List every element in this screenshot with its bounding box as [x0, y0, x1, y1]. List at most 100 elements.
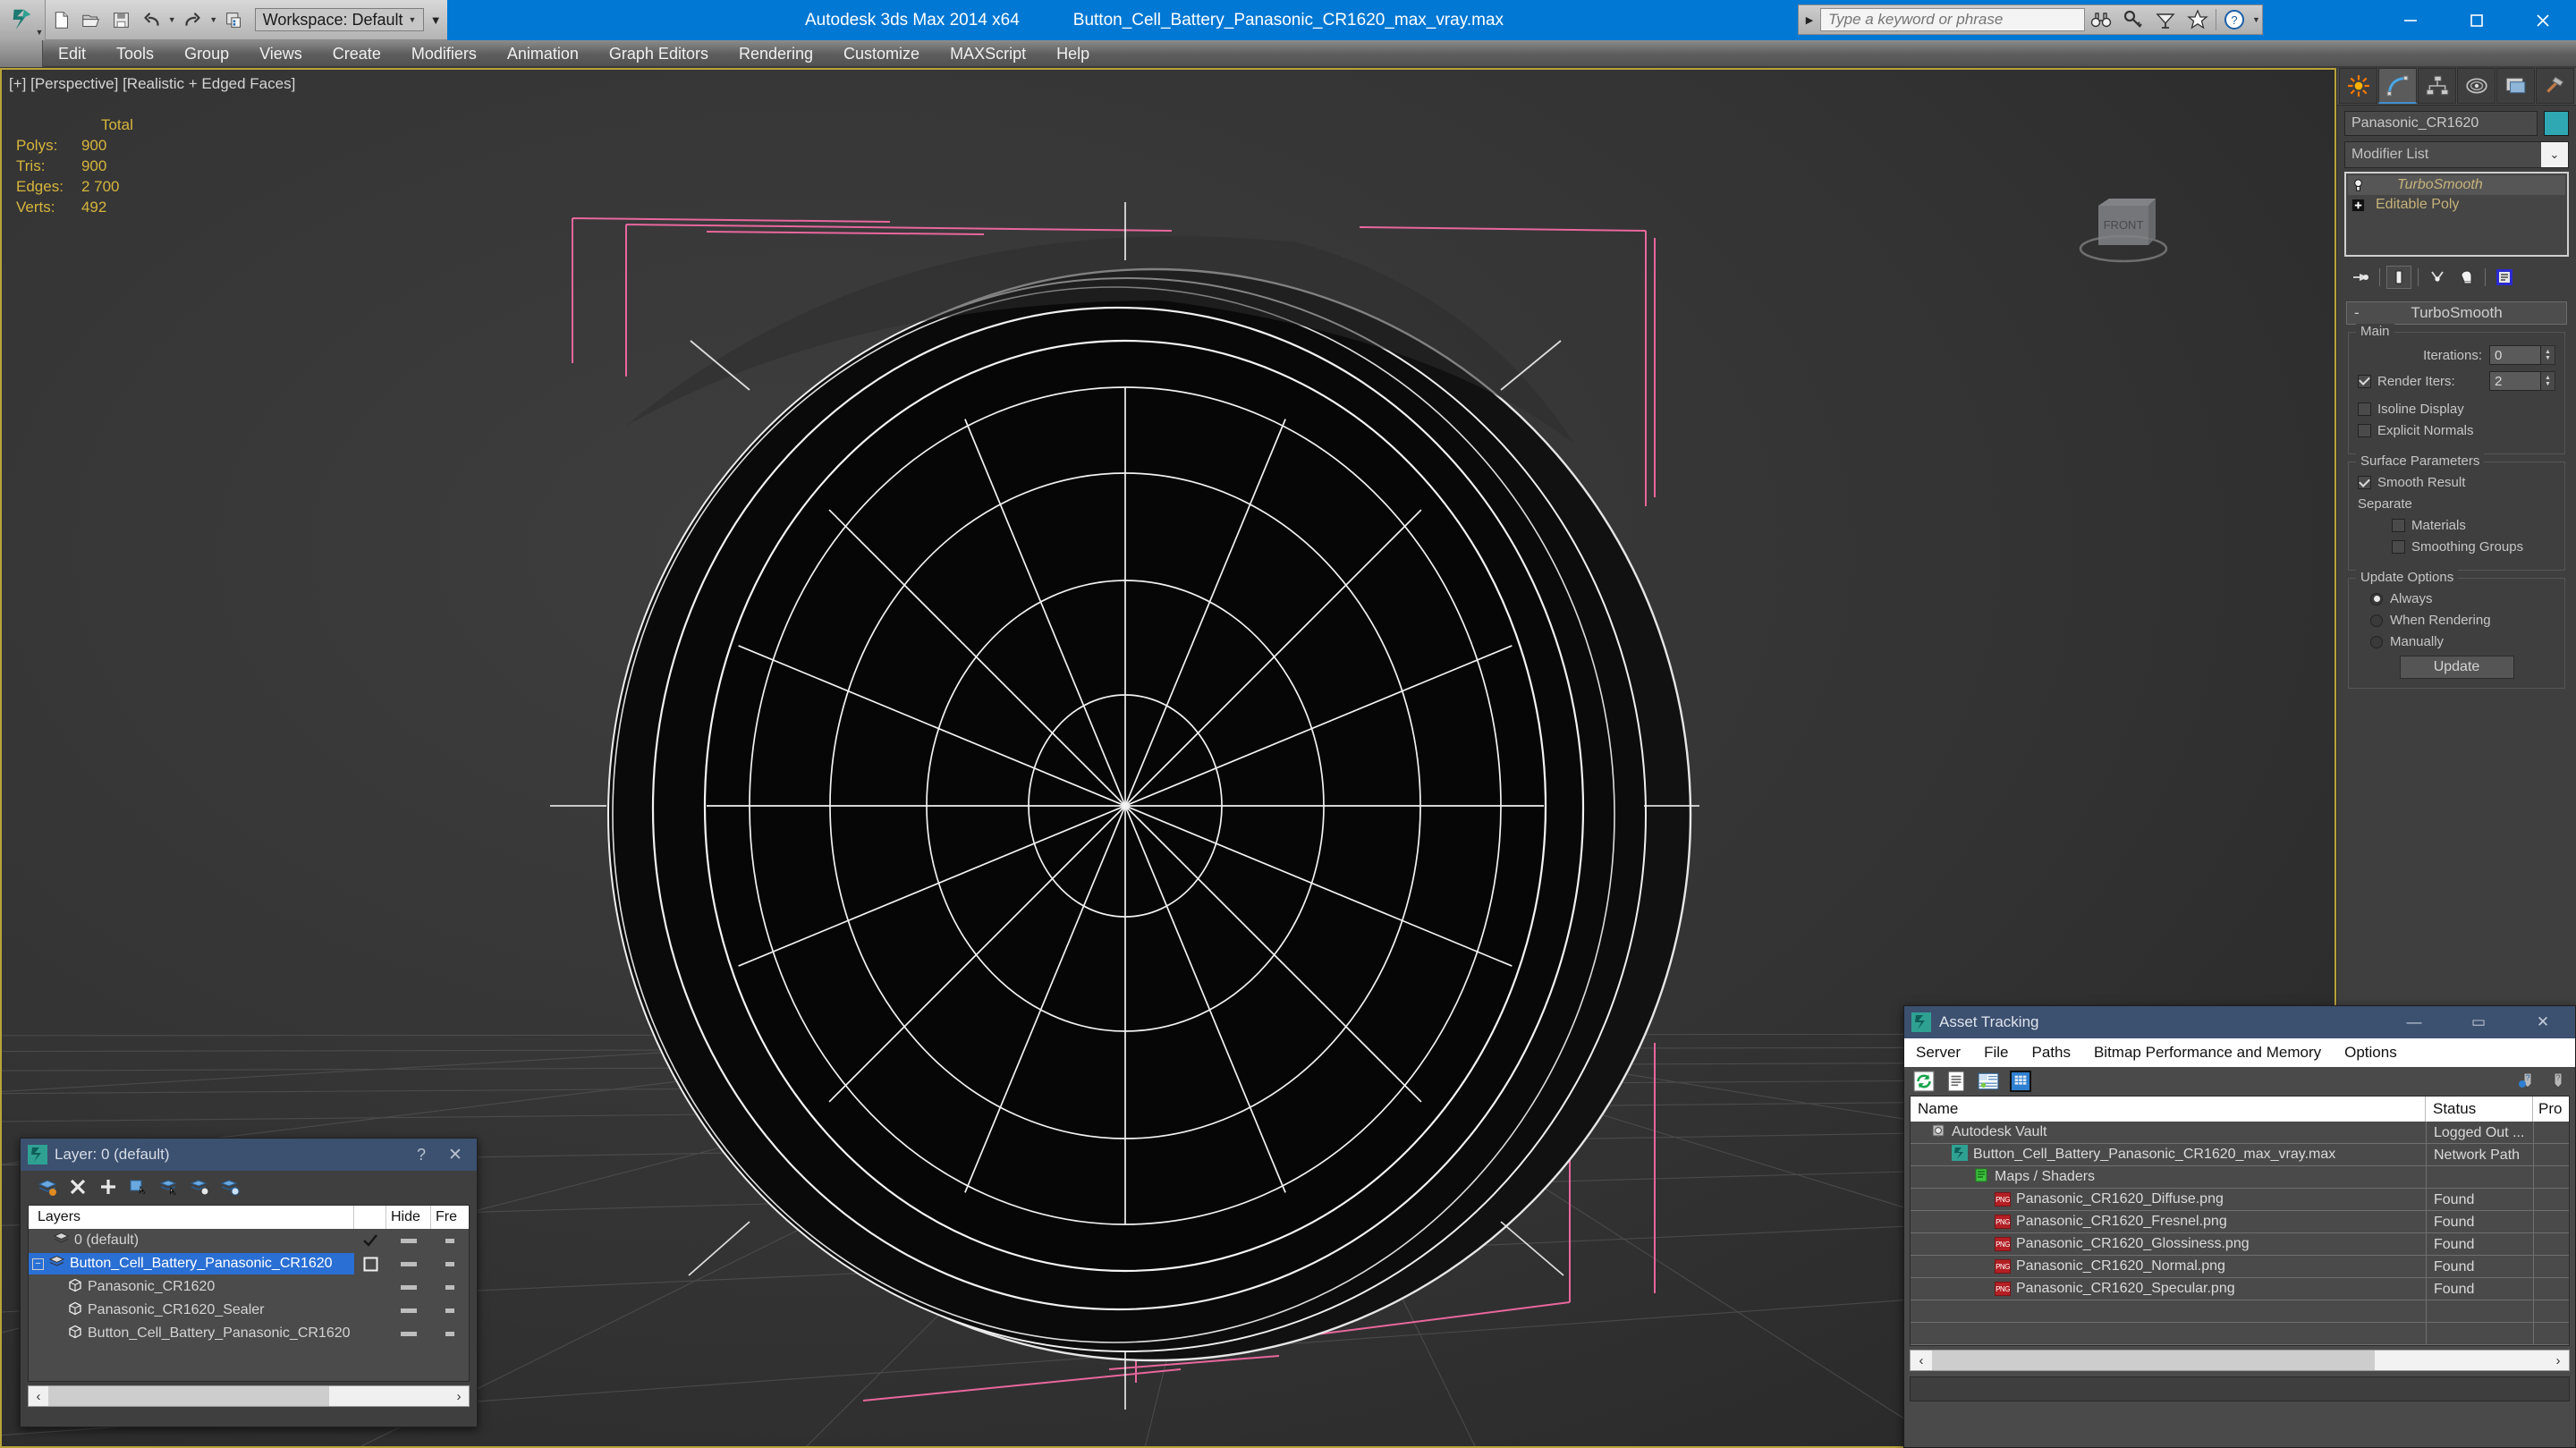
- hide-toggle[interactable]: [386, 1308, 431, 1313]
- configure-sets-icon[interactable]: [2492, 266, 2517, 289]
- layer-row[interactable]: − Button_Cell_Battery_Panasonic_CR1620: [29, 1252, 469, 1275]
- infocenter-search[interactable]: ▶ ? ▼: [1798, 4, 2263, 35]
- asset-tracking-dialog[interactable]: Asset Tracking — ▭ ✕ Server File Paths B…: [1903, 1005, 2576, 1448]
- materials-checkbox[interactable]: [2392, 519, 2405, 532]
- lightbulb-icon[interactable]: [2351, 179, 2365, 192]
- render-iters-checkbox[interactable]: [2358, 375, 2371, 388]
- menu-item-customize[interactable]: Customize: [828, 40, 935, 67]
- help-new-icon[interactable]: ?: [2518, 1070, 2538, 1094]
- iterations-spinner[interactable]: 0 ▲▼: [2489, 345, 2555, 365]
- layer-row-name-cell[interactable]: − Button_Cell_Battery_Panasonic_CR1620: [29, 1253, 354, 1274]
- viewcube[interactable]: FRONT: [2070, 186, 2177, 284]
- expand-plus-icon[interactable]: [2351, 199, 2365, 212]
- at-menu-bitmap-performance[interactable]: Bitmap Performance and Memory: [2082, 1044, 2333, 1062]
- asset-name-cell[interactable]: PNG Panasonic_CR1620_Diffuse.png: [1911, 1189, 2426, 1211]
- at-menu-paths[interactable]: Paths: [2020, 1044, 2081, 1062]
- workspace-combo[interactable]: Workspace: Default ▼: [255, 8, 425, 31]
- maximize-icon[interactable]: [2444, 0, 2510, 40]
- smooth-result-checkbox[interactable]: [2358, 476, 2371, 489]
- iterations-value[interactable]: 0: [2489, 345, 2541, 365]
- scroll-left-icon[interactable]: ‹: [1911, 1353, 1932, 1368]
- minimize-icon[interactable]: —: [2382, 1013, 2446, 1031]
- table-row[interactable]: Button_Cell_Battery_Panasonic_CR1620_max…: [1911, 1144, 2569, 1166]
- radio-always[interactable]: Always: [2358, 591, 2555, 606]
- redo-dropdown-icon[interactable]: ▼: [208, 4, 219, 35]
- help-icon[interactable]: ?: [2548, 1070, 2568, 1094]
- asset-name-cell[interactable]: Button_Cell_Battery_Panasonic_CR1620_max…: [1911, 1144, 2426, 1166]
- modify-tab-icon[interactable]: [2378, 68, 2417, 104]
- make-unique-icon[interactable]: [2425, 266, 2450, 289]
- at-menu-server[interactable]: Server: [1904, 1044, 1972, 1062]
- isoline-display-checkbox[interactable]: [2358, 402, 2371, 416]
- asset-name-cell[interactable]: PNG Panasonic_CR1620_Glossiness.png: [1911, 1233, 2426, 1256]
- manually-radio[interactable]: [2370, 636, 2383, 648]
- display-tab-icon[interactable]: [2496, 68, 2535, 104]
- highlight-selected-objects-icon[interactable]: [187, 1175, 211, 1199]
- asset-table-horizontal-scrollbar[interactable]: ‹ ›: [1910, 1350, 2570, 1371]
- at-menu-file[interactable]: File: [1972, 1044, 2020, 1062]
- freeze-toggle[interactable]: [431, 1239, 469, 1243]
- rollout-collapse-icon[interactable]: -: [2354, 304, 2360, 322]
- layer-row[interactable]: Panasonic_CR1620: [29, 1275, 469, 1299]
- remove-modifier-icon[interactable]: [2453, 266, 2479, 289]
- table-view-icon[interactable]: [2010, 1071, 2031, 1092]
- spinner-arrows-icon[interactable]: ▲▼: [2541, 371, 2555, 391]
- project-folder-icon[interactable]: [219, 4, 250, 35]
- minimize-icon[interactable]: [2377, 0, 2444, 40]
- app-logo-button[interactable]: ▼: [0, 0, 46, 40]
- scroll-right-icon[interactable]: ›: [2547, 1353, 2569, 1368]
- close-icon[interactable]: ✕: [437, 1145, 473, 1165]
- explicit-normals-checkbox[interactable]: [2358, 424, 2371, 437]
- field-smoothing-groups[interactable]: Smoothing Groups: [2358, 539, 2555, 555]
- asset-tracking-titlebar[interactable]: Asset Tracking — ▭ ✕: [1904, 1006, 2575, 1038]
- current-layer-box[interactable]: [354, 1257, 386, 1272]
- modifier-stack[interactable]: TurboSmooth Editable Poly: [2344, 172, 2569, 257]
- hierarchy-tab-icon[interactable]: [2418, 68, 2456, 104]
- layer-list-horizontal-scrollbar[interactable]: ‹ ›: [28, 1385, 470, 1407]
- hide-toggle[interactable]: [386, 1285, 431, 1290]
- layer-row[interactable]: 0 (default): [29, 1229, 469, 1252]
- menu-item-edit[interactable]: Edit: [43, 40, 101, 67]
- select-objects-in-layer-icon[interactable]: [157, 1175, 181, 1199]
- field-smooth-result[interactable]: Smooth Result: [2358, 475, 2555, 490]
- close-icon[interactable]: ✕: [2511, 1013, 2575, 1031]
- table-row[interactable]: PNG Panasonic_CR1620_Glossiness.png Foun…: [1911, 1233, 2569, 1256]
- star-icon[interactable]: [2182, 5, 2214, 34]
- smoothing-groups-checkbox[interactable]: [2392, 540, 2405, 554]
- object-name-field[interactable]: Panasonic_CR1620: [2344, 111, 2538, 136]
- refresh-icon[interactable]: [1913, 1071, 1935, 1092]
- satellite-dish-icon[interactable]: [2149, 5, 2182, 34]
- help-dropdown-icon[interactable]: ▼: [2250, 4, 2262, 35]
- scroll-left-icon[interactable]: ‹: [29, 1389, 48, 1404]
- open-file-icon[interactable]: [76, 4, 106, 35]
- asset-name-cell[interactable]: PNG Panasonic_CR1620_Specular.png: [1911, 1278, 2426, 1300]
- table-row[interactable]: Autodesk Vault Logged Out ...: [1911, 1122, 2569, 1144]
- list-view-icon[interactable]: [1945, 1071, 1967, 1092]
- viewport-label[interactable]: [+] [Perspective] [Realistic + Edged Fac…: [9, 75, 295, 93]
- at-menu-options[interactable]: Options: [2333, 1044, 2409, 1062]
- hide-toggle[interactable]: [386, 1262, 431, 1266]
- update-button[interactable]: Update: [2400, 656, 2514, 679]
- menu-item-graph-editors[interactable]: Graph Editors: [594, 40, 724, 67]
- detail-view-icon[interactable]: [1978, 1071, 1999, 1092]
- table-row[interactable]: PNG Panasonic_CR1620_Specular.png Found: [1911, 1278, 2569, 1300]
- stack-item-editable-poly[interactable]: Editable Poly: [2348, 195, 2565, 215]
- when-rendering-radio[interactable]: [2370, 614, 2383, 627]
- add-selection-to-layer-icon[interactable]: [126, 1175, 150, 1199]
- menu-item-tools[interactable]: Tools: [101, 40, 169, 67]
- menu-item-help[interactable]: Help: [1041, 40, 1105, 67]
- asset-name-cell[interactable]: Autodesk Vault: [1911, 1122, 2426, 1144]
- layer-row-name-cell[interactable]: Panasonic_CR1620: [29, 1276, 354, 1298]
- scroll-right-icon[interactable]: ›: [449, 1389, 469, 1404]
- menu-item-maxscript[interactable]: MAXScript: [935, 40, 1041, 67]
- freeze-toggle[interactable]: [431, 1332, 469, 1336]
- utilities-tab-icon[interactable]: [2536, 68, 2574, 104]
- layer-dialog-titlebar[interactable]: Layer: 0 (default) ? ✕: [21, 1139, 477, 1171]
- binoculars-icon[interactable]: [2085, 5, 2117, 34]
- help-circle-icon[interactable]: ?: [2218, 5, 2250, 34]
- hide-toggle[interactable]: [386, 1332, 431, 1336]
- new-layer-icon[interactable]: [96, 1175, 120, 1199]
- table-row[interactable]: PNG Panasonic_CR1620_Fresnel.png Found: [1911, 1211, 2569, 1233]
- layer-row-name-cell[interactable]: 0 (default): [29, 1230, 354, 1251]
- search-input[interactable]: [1820, 8, 2085, 31]
